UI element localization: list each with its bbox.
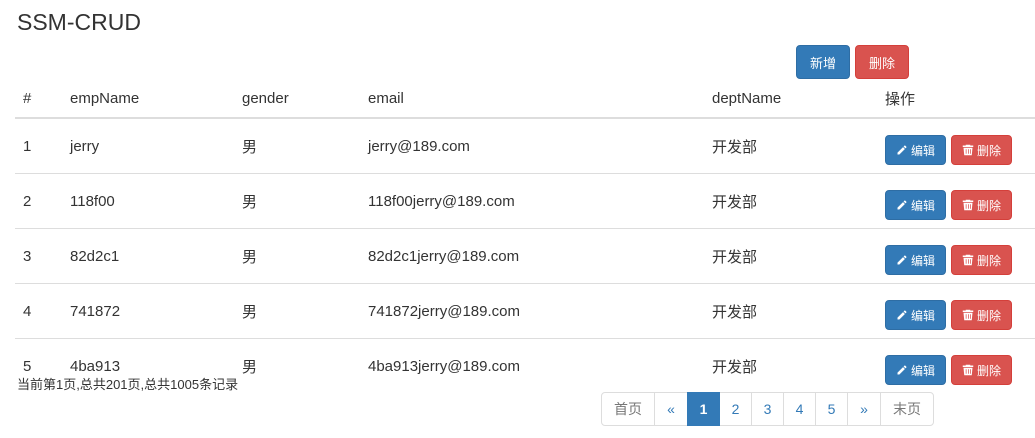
edit-label: 编辑 [910,253,935,268]
edit-button[interactable]: 编辑 [885,190,946,220]
prev-page-link[interactable]: « [654,392,688,426]
table-row: 4 741872 男 741872jerry@189.com 开发部 编辑 删除 [15,283,1035,339]
cell-gender: 男 [242,358,258,376]
cell-emp-name: 118f00 [62,173,234,229]
edit-button[interactable]: 编辑 [885,245,946,275]
cell-operations: 编辑 删除 [877,118,1035,174]
delete-button[interactable]: 删除 [951,300,1012,330]
edit-button[interactable]: 编辑 [885,135,946,165]
trash-icon [962,144,974,156]
row-actions: 编辑 删除 [885,135,1027,165]
edit-label: 编辑 [910,143,935,158]
trash-icon [962,364,974,376]
trash-icon [962,199,974,211]
cell-dept-name: 开发部 [704,173,877,229]
cell-id: 3 [15,228,62,284]
cell-email: 4ba913jerry@189.com [368,357,520,375]
cell-emp-name: jerry [62,118,234,174]
first-page-link[interactable]: 首页 [601,392,655,426]
cell-dept-name: 开发部 [704,118,877,174]
pencil-icon [896,199,908,211]
cell-operations: 编辑 删除 [877,339,1035,394]
page: SSM-CRUD 新增 删除 # empName gender email de… [0,0,1035,438]
cell-id: 2 [15,173,62,229]
pencil-icon [896,254,908,266]
cell-email: 741872jerry@189.com [360,283,704,339]
edit-label: 编辑 [910,363,935,378]
edit-label: 编辑 [910,308,935,323]
cell-gender: 男 [234,173,360,229]
header-gender: gender [234,80,360,119]
delete-button[interactable]: 删除 [951,355,1012,385]
page-link-4[interactable]: 4 [783,392,816,426]
cell-dept-name: 开发部 [712,358,758,376]
pagination: 首页 « 1 2 3 4 5 » 末页 [601,392,934,426]
last-page-link[interactable]: 末页 [880,392,934,426]
cell-gender: 男 [234,283,360,339]
next-page-link[interactable]: » [847,392,881,426]
cell-emp-name: 82d2c1 [62,228,234,284]
table-row: 2 118f00 男 118f00jerry@189.com 开发部 编辑 删除 [15,173,1035,229]
cell-operations: 编辑 删除 [877,283,1035,339]
pencil-icon [896,144,908,156]
cell-email: jerry@189.com [360,118,704,174]
cell-dept-name: 开发部 [704,228,877,284]
delete-label: 删除 [976,198,1001,213]
cell-operations: 编辑 删除 [877,228,1035,284]
delete-button[interactable]: 删除 [951,190,1012,220]
cell-email: 118f00jerry@189.com [360,173,704,229]
table-header-row: # empName gender email deptName 操作 [15,80,1035,119]
page-link-1[interactable]: 1 [687,392,720,426]
pencil-icon [896,364,908,376]
page-title: SSM-CRUD [17,9,141,35]
row-actions: 编辑 删除 [885,300,1027,330]
page-info: 当前第1页,总共201页,总共1005条记录 [17,377,239,392]
page-link-3[interactable]: 3 [751,392,784,426]
header-emp-name: empName [62,80,234,119]
header-dept-name: deptName [704,80,877,119]
delete-label: 删除 [976,308,1001,323]
bulk-delete-button[interactable]: 删除 [855,45,909,79]
top-actions: 新增 删除 [796,45,909,79]
cell-operations: 编辑 删除 [877,173,1035,229]
add-button[interactable]: 新增 [796,45,850,79]
cell-emp-name: 741872 [62,283,234,339]
header-operations: 操作 [877,80,1035,119]
header-email: email [360,80,704,119]
row-actions: 编辑 删除 [885,355,1027,385]
trash-icon [962,309,974,321]
delete-button[interactable]: 删除 [951,135,1012,165]
cell-gender: 男 [234,118,360,174]
delete-label: 删除 [976,363,1001,378]
cell-id: 4 [15,283,62,339]
pencil-icon [896,309,908,321]
cell-dept-name: 开发部 [704,283,877,339]
employee-table: # empName gender email deptName 操作 1 jerr… [15,80,1035,393]
edit-button[interactable]: 编辑 [885,300,946,330]
row-actions: 编辑 删除 [885,245,1027,275]
row-actions: 编辑 删除 [885,190,1027,220]
cell-gender: 男 [234,228,360,284]
cell-id: 1 [15,118,62,174]
cell-email: 82d2c1jerry@189.com [360,228,704,284]
trash-icon [962,254,974,266]
page-link-2[interactable]: 2 [719,392,752,426]
table-row: 1 jerry 男 jerry@189.com 开发部 编辑 删除 [15,118,1035,174]
header-id: # [15,80,62,119]
page-link-5[interactable]: 5 [815,392,848,426]
delete-button[interactable]: 删除 [951,245,1012,275]
delete-label: 删除 [976,143,1001,158]
delete-label: 删除 [976,253,1001,268]
edit-button[interactable]: 编辑 [885,355,946,385]
table-row: 3 82d2c1 男 82d2c1jerry@189.com 开发部 编辑 删除 [15,228,1035,284]
edit-label: 编辑 [910,198,935,213]
